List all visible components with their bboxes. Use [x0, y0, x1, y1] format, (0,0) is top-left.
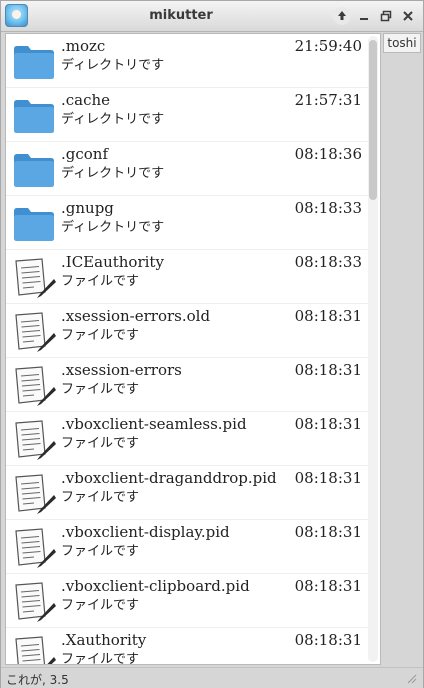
close-icon: [403, 11, 413, 21]
file-kind: ディレクトリです: [61, 166, 165, 181]
file-time: 08:18:31: [294, 577, 362, 595]
file-kind: ファイルです: [61, 652, 140, 665]
file-row[interactable]: .cache ディレクトリです 21:57:31: [6, 88, 368, 142]
document-icon: [12, 310, 56, 354]
document-icon: [12, 634, 56, 664]
restore-button[interactable]: [377, 7, 395, 25]
file-kind: ファイルです: [61, 382, 140, 397]
file-time: 08:18:31: [294, 415, 362, 433]
resize-grip-icon[interactable]: [407, 674, 417, 684]
file-row[interactable]: .gconf ディレクトリです 08:18:36: [6, 142, 368, 196]
file-name: .vboxclient-clipboard.pid: [61, 577, 250, 595]
app-window: mikutter .mozc ディレクトリです 21:59:40 .cache ディレ…: [0, 0, 424, 688]
restore-icon: [380, 10, 392, 22]
file-row[interactable]: .Xauthority ファイルです 08:18:31: [6, 628, 368, 665]
file-row[interactable]: .ICEauthority ファイルです 08:18:33: [6, 250, 368, 304]
folder-icon: [12, 40, 56, 84]
vertical-scrollbar[interactable]: [368, 36, 378, 662]
file-row[interactable]: .vboxclient-seamless.pid ファイルです 08:18:31: [6, 412, 368, 466]
title-bar[interactable]: mikutter: [1, 1, 423, 32]
file-row[interactable]: .vboxclient-clipboard.pid ファイルです 08:18:31: [6, 574, 368, 628]
minimize-button[interactable]: [355, 7, 373, 25]
file-kind: ディレクトリです: [61, 58, 165, 73]
file-time: 08:18:31: [294, 307, 362, 325]
file-time: 21:59:40: [294, 37, 362, 55]
file-list-panel[interactable]: .mozc ディレクトリです 21:59:40 .cache ディレクトリです 21:5…: [5, 33, 381, 665]
scrollbar-thumb[interactable]: [369, 40, 377, 200]
file-kind: ファイルです: [61, 274, 140, 289]
file-kind: ファイルです: [61, 490, 140, 505]
file-name: .mozc: [61, 37, 106, 55]
file-time: 08:18:33: [294, 253, 362, 271]
file-kind: ファイルです: [61, 328, 140, 343]
file-time: 08:18:36: [294, 145, 362, 163]
file-name: .gconf: [61, 145, 109, 163]
file-row[interactable]: .mozc ディレクトリです 21:59:40: [6, 34, 368, 88]
file-row[interactable]: .vboxclient-draganddrop.pid ファイルです 08:18:3…: [6, 466, 368, 520]
file-row[interactable]: .vboxclient-display.pid ファイルです 08:18:31: [6, 520, 368, 574]
minimize-icon: [360, 18, 368, 20]
file-time: 08:18:31: [294, 631, 362, 649]
status-text: これが, 3.5: [6, 673, 69, 687]
file-time: 08:18:31: [294, 361, 362, 379]
folder-icon: [12, 148, 56, 192]
file-kind: ファイルです: [61, 436, 140, 451]
file-kind: ディレクトリです: [61, 112, 165, 127]
file-row[interactable]: .xsession-errors.old ファイルです 08:18:31: [6, 304, 368, 358]
document-icon: [12, 364, 56, 408]
arrow-up-icon: [338, 11, 346, 20]
file-row[interactable]: .gnupg ディレクトリです 08:18:33: [6, 196, 368, 250]
file-time: 08:18:33: [294, 199, 362, 217]
document-icon: [12, 418, 56, 462]
document-icon: [12, 526, 56, 570]
file-name: .xsession-errors: [61, 361, 182, 379]
file-time: 08:18:31: [294, 469, 362, 487]
tab-toshi[interactable]: toshi: [383, 33, 421, 53]
window-title: mikutter: [149, 8, 213, 23]
document-icon: [12, 472, 56, 516]
file-name: .ICEauthority: [61, 253, 164, 271]
file-time: 21:57:31: [294, 91, 362, 109]
file-name: .cache: [61, 91, 111, 109]
file-kind: ファイルです: [61, 544, 140, 559]
file-kind: ファイルです: [61, 598, 140, 613]
file-time: 08:18:31: [294, 523, 362, 541]
close-button[interactable]: [399, 7, 417, 25]
folder-icon: [12, 94, 56, 138]
file-kind: ディレクトリです: [61, 220, 165, 235]
folder-icon: [12, 202, 56, 246]
document-icon: [12, 580, 56, 624]
file-row[interactable]: .xsession-errors ファイルです 08:18:31: [6, 358, 368, 412]
file-name: .vboxclient-display.pid: [61, 523, 230, 541]
window-controls: [331, 3, 423, 29]
keep-above-button[interactable]: [333, 7, 351, 25]
file-name: .vboxclient-draganddrop.pid: [61, 469, 277, 487]
file-name: .xsession-errors.old: [61, 307, 211, 325]
status-bar: これが, 3.5: [1, 667, 423, 688]
file-name: .Xauthority: [61, 631, 147, 649]
file-name: .gnupg: [61, 199, 114, 217]
file-name: .vboxclient-seamless.pid: [61, 415, 247, 433]
document-icon: [12, 256, 56, 300]
